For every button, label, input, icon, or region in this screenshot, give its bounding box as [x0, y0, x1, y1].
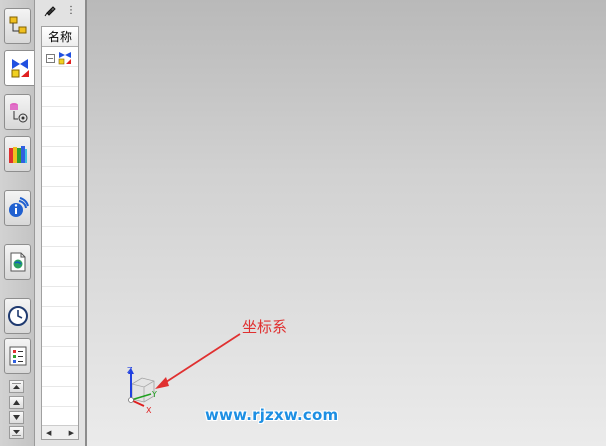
pin-icon[interactable]: [44, 5, 56, 17]
constraints-icon: [58, 52, 71, 65]
watermark-text: www.rjzxw.com: [205, 406, 339, 424]
axis-x-label: X: [146, 406, 152, 414]
chevron-up-icon: [13, 400, 20, 405]
column-header-name[interactable]: 名称: [42, 27, 78, 47]
scroll-top-icon: [12, 383, 21, 389]
collapse-toggle[interactable]: −: [46, 53, 55, 63]
system-materials-tab[interactable]: [4, 338, 31, 374]
column-header-label: 名称: [47, 30, 72, 44]
hd3d-tools-tab[interactable]: [4, 190, 31, 226]
web-page-icon: [10, 252, 25, 272]
part-navigator-icon: [9, 103, 27, 123]
constraint-navigator-tab[interactable]: [4, 50, 34, 86]
scroll-right-arrow[interactable]: ▶: [69, 429, 74, 437]
navigator-hscrollbar[interactable]: ◀ ▶: [42, 425, 78, 439]
clock-icon: [7, 306, 28, 326]
graphics-window[interactable]: Z Y X 坐标系 www.rjzxw.com: [87, 0, 606, 446]
annotation-label: 坐标系: [242, 318, 288, 336]
scroll-bottom-icon: [12, 430, 21, 436]
resource-bar-scroll-down[interactable]: [9, 411, 24, 424]
navigator-menu-button[interactable]: ⋮: [66, 6, 76, 16]
reuse-library-tab[interactable]: [4, 136, 31, 172]
assembly-navigator-icon: [9, 16, 26, 34]
axis-y-label: Y: [151, 390, 157, 399]
constraint-navigator-icon: [11, 59, 29, 78]
resource-bar-scroll-up[interactable]: [9, 396, 24, 409]
part-navigator-tab[interactable]: [4, 94, 31, 130]
navigator-tree: 名称 − ◀ ▶: [41, 26, 79, 440]
resource-bar-scroll-top[interactable]: [9, 380, 24, 393]
scroll-left-arrow[interactable]: ◀: [46, 429, 51, 437]
assembly-navigator-tab[interactable]: [4, 8, 31, 44]
list-icon: [9, 346, 26, 366]
constraint-navigator-panel: ⋮ 名称 − ◀ ▶: [35, 0, 87, 446]
navigator-toolbar: ⋮: [35, 0, 85, 22]
info-icon: [8, 197, 29, 217]
web-browser-tab[interactable]: [4, 244, 31, 280]
history-tab[interactable]: [4, 298, 31, 334]
navigator-rows: −: [42, 47, 78, 421]
resource-bar: [0, 0, 35, 446]
resource-bar-scroll-bottom[interactable]: [9, 426, 24, 439]
axis-z-label: Z: [127, 366, 133, 375]
reuse-library-icon: [8, 146, 27, 163]
chevron-down-icon: [13, 415, 20, 420]
coordinate-system-triad[interactable]: Z Y X: [122, 362, 166, 414]
tree-node-constraints[interactable]: −: [46, 51, 72, 65]
